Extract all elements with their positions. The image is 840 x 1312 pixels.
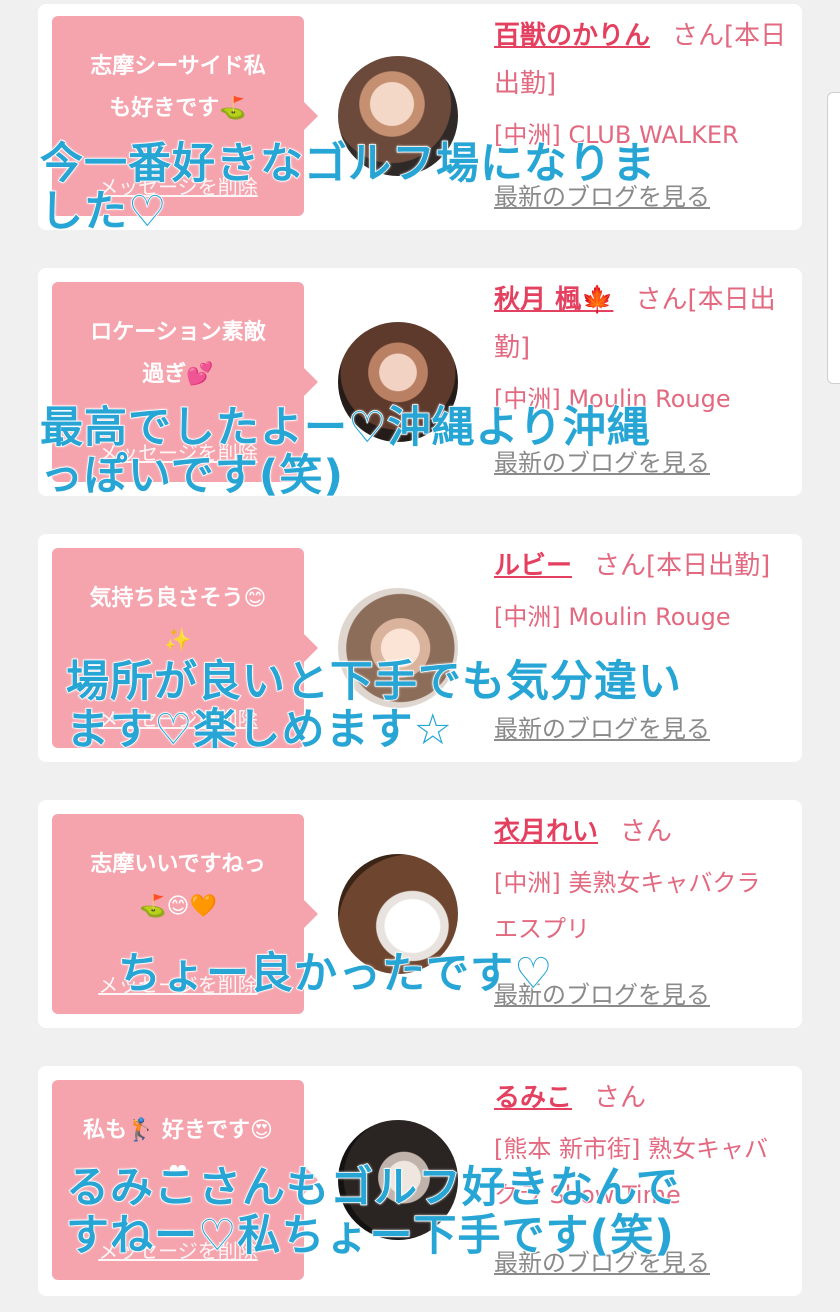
message-line: も好きです⛳	[109, 96, 247, 121]
cast-name-link[interactable]: ルビー	[494, 551, 572, 581]
caption-line: 最高でしたよー♡沖縄より沖縄	[39, 403, 651, 453]
cast-info: 百獣のかりん さん[本日出勤] [中洲] CLUB WALKER	[494, 12, 790, 158]
message-text: 志摩シーサイド私 も好きです⛳	[66, 46, 290, 130]
message-line: 気持ち良さそう😊	[89, 586, 267, 611]
message-line: 過ぎ💕	[142, 362, 214, 387]
message-line: ✨	[164, 628, 192, 653]
cast-status: さん	[594, 1083, 647, 1113]
caption-line: ちょー良かったです♡	[117, 949, 554, 999]
name-line: 衣月れい さん	[494, 808, 790, 856]
overlay-caption: 最高でしたよー♡沖縄より沖縄 っぽいです(笑)	[39, 403, 820, 501]
message-text: ロケーション素敵 過ぎ💕	[66, 312, 290, 396]
overlay-caption: るみこさんもゴルフ好きなんで すねー♡私ちょー下手です(笑)	[65, 1163, 820, 1261]
message-line: 志摩シーサイド私	[90, 54, 266, 79]
name-line: ルビー さん[本日出勤]	[494, 542, 790, 590]
message-line: 私も🏌 好きです😍	[83, 1118, 273, 1143]
cast-info: 秋月 楓🍁 さん[本日出勤] [中洲] Moulin Rouge	[494, 276, 790, 422]
name-line: 百獣のかりん さん[本日出勤]	[494, 12, 790, 108]
message-line: ロケーション素敵	[90, 320, 266, 345]
cast-status: さん[本日出勤]	[594, 551, 771, 581]
caption-line: した♡	[39, 187, 168, 237]
caption-line: すねー♡私ちょー下手です(笑)	[65, 1211, 675, 1261]
message-text: 志摩いいですねっ ⛳😊🧡	[66, 844, 290, 928]
cast-name-link[interactable]: 衣月れい	[494, 817, 598, 847]
message-line: ⛳😊🧡	[139, 894, 217, 919]
name-line: 秋月 楓🍁 さん[本日出勤]	[494, 276, 790, 372]
overlay-caption: 今一番好きなゴルフ場になりま した♡	[39, 139, 820, 237]
cast-status: さん	[620, 817, 673, 847]
scrollbar[interactable]	[827, 92, 840, 384]
cast-info: ルビー さん[本日出勤] [中洲] Moulin Rouge	[494, 542, 790, 640]
cast-name-link[interactable]: 秋月 楓🍁	[494, 285, 613, 315]
caption-line: 今一番好きなゴルフ場になりま	[39, 139, 656, 189]
caption-line: っぽいです(笑)	[39, 451, 345, 501]
shop-link[interactable]: [中洲] 美熟女キャバクラ エスプリ	[494, 860, 790, 952]
message-line: 志摩いいですねっ	[90, 852, 266, 877]
overlay-caption: ちょー良かったです♡	[117, 949, 820, 999]
caption-line: るみこさんもゴルフ好きなんで	[65, 1163, 680, 1213]
message-text: 気持ち良さそう😊 ✨	[66, 578, 290, 662]
cast-name-link[interactable]: るみこ	[494, 1083, 572, 1113]
caption-line: 場所が良いと下手でも気分違い	[65, 657, 682, 707]
overlay-caption: 場所が良いと下手でも気分違い ます♡楽しめます☆	[65, 657, 820, 755]
cast-info: 衣月れい さん [中洲] 美熟女キャバクラ エスプリ	[494, 808, 790, 952]
cast-name-link[interactable]: 百獣のかりん	[494, 21, 650, 51]
caption-line: ます♡楽しめます☆	[65, 705, 454, 755]
name-line: るみこ さん	[494, 1074, 790, 1122]
shop-link[interactable]: [中洲] Moulin Rouge	[494, 594, 790, 640]
